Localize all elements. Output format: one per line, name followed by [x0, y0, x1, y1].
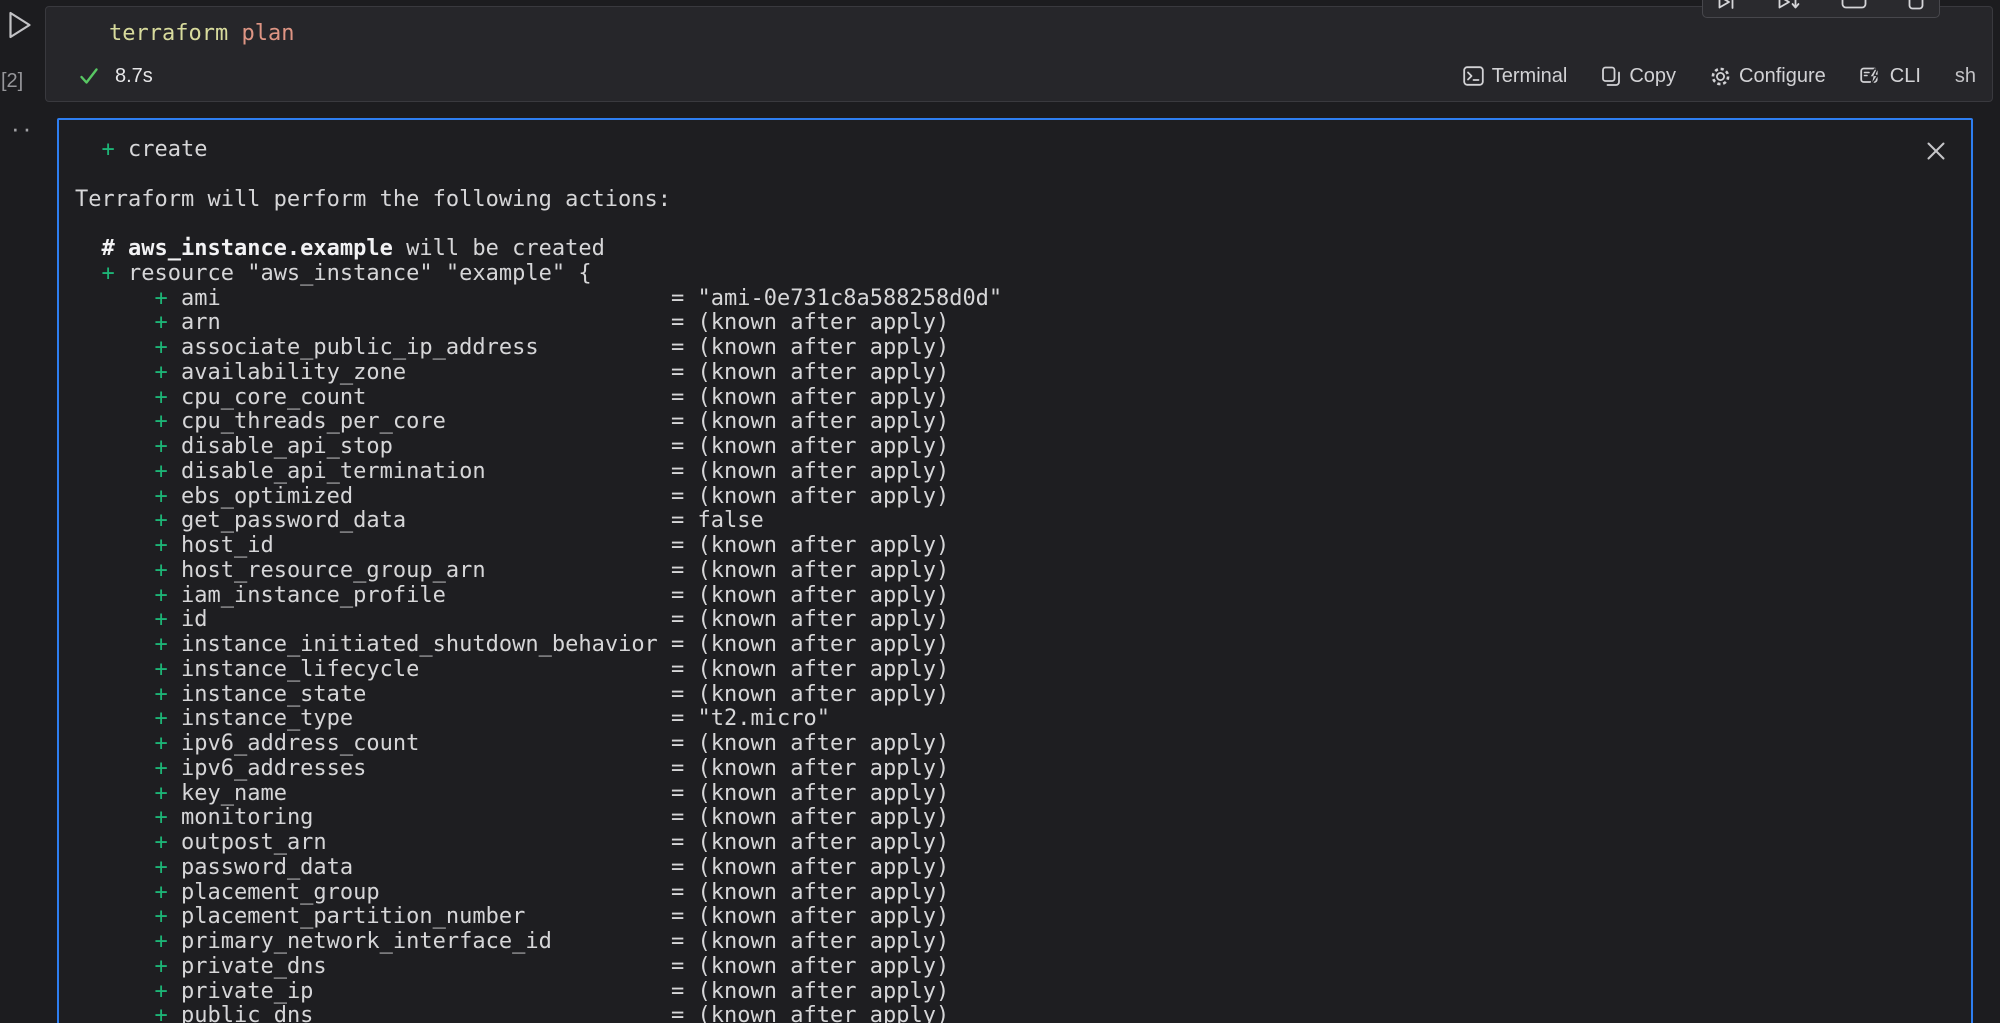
cli-button[interactable]: CLI [1860, 65, 1921, 88]
configure-button-label: Configure [1739, 65, 1826, 88]
plan-attribute-row: + host_id = (known after apply) [75, 534, 1911, 559]
run-to-line-button[interactable] [1717, 0, 1737, 12]
blank-line [75, 163, 1911, 188]
plan-attribute-row: + cpu_core_count = (known after apply) [75, 386, 1911, 411]
gear-icon [1710, 66, 1731, 87]
plan-attribute-row: + disable_api_termination = (known after… [75, 460, 1911, 485]
duration-badge: 8.7s [115, 65, 153, 88]
plan-attribute-row: + primary_network_interface_id = (known … [75, 930, 1911, 955]
plan-attribute-row: + ebs_optimized = (known after apply) [75, 485, 1911, 510]
plan-attribute-row: + key_name = (known after apply) [75, 782, 1911, 807]
plan-attribute-row: + disable_api_stop = (known after apply) [75, 435, 1911, 460]
close-icon [1925, 140, 1947, 162]
copy-icon [1601, 66, 1621, 87]
command-argument: plan [228, 21, 294, 46]
terminal-button[interactable]: Terminal [1463, 65, 1568, 88]
run-cell-button[interactable] [7, 9, 37, 41]
plan-attribute-row: + availability_zone = (known after apply… [75, 361, 1911, 386]
plan-attribute-row: + instance_type = "t2.micro" [75, 707, 1911, 732]
cell-hover-toolbar [1702, 0, 1940, 18]
terminal-button-label: Terminal [1492, 65, 1568, 88]
command-block: terraform plan 8.7s Terminal [45, 6, 1993, 102]
plan-attribute-row: + iam_instance_profile = (known after ap… [75, 584, 1911, 609]
command-text: terraform plan [109, 21, 294, 46]
plan-attribute-row: + instance_lifecycle = (known after appl… [75, 658, 1911, 683]
plan-attribute-row: + get_password_data = false [75, 509, 1911, 534]
blank-line [75, 212, 1911, 237]
plan-attribute-row: + monitoring = (known after apply) [75, 806, 1911, 831]
plan-action-header: + create [75, 138, 1911, 163]
terminal-icon [1463, 66, 1484, 86]
plan-intro: Terraform will perform the following act… [75, 188, 1911, 213]
resource-declaration: + resource "aws_instance" "example" { [75, 262, 1911, 287]
plan-attribute-row: + public_dns = (known after apply) [75, 1004, 1911, 1023]
status-row: 8.7s Terminal Copy [46, 59, 1992, 93]
plan-attribute-row: + instance_initiated_shutdown_behavior =… [75, 633, 1911, 658]
plan-attribute-row: + placement_partition_number = (known af… [75, 905, 1911, 930]
shell-type-label[interactable]: sh [1955, 65, 1976, 88]
play-icon [7, 10, 33, 40]
cell-gutter: [2] ·· [0, 0, 45, 1023]
plan-output-text: + create Terraform will perform the foll… [75, 138, 1911, 1023]
drag-handle[interactable]: ·· [11, 118, 34, 138]
status-left: 8.7s [78, 65, 153, 88]
plan-attribute-row: + password_data = (known after apply) [75, 856, 1911, 881]
configure-button[interactable]: Configure [1710, 65, 1826, 88]
cell-block-button[interactable] [1841, 0, 1867, 12]
cli-bolt-icon [1860, 66, 1882, 87]
plan-attribute-row: + cpu_threads_per_core = (known after ap… [75, 410, 1911, 435]
run-to-line-icon [1717, 0, 1737, 11]
square-icon [1907, 0, 1925, 11]
block-icon [1841, 0, 1867, 11]
plan-attribute-row: + placement_group = (known after apply) [75, 881, 1911, 906]
cli-button-label: CLI [1890, 65, 1921, 88]
action-buttons: Terminal Copy Configure [1463, 65, 1976, 88]
run-below-icon [1777, 0, 1801, 11]
copy-button-label: Copy [1629, 65, 1676, 88]
notebook-terminal-page: [2] ·· terraform plan 8.7s [0, 0, 2000, 1023]
run-below-button[interactable] [1777, 0, 1801, 12]
plan-attribute-row: + instance_state = (known after apply) [75, 683, 1911, 708]
resource-comment: # aws_instance.example will be created [75, 237, 1911, 262]
copy-button[interactable]: Copy [1601, 65, 1676, 88]
plan-attribute-row: + host_resource_group_arn = (known after… [75, 559, 1911, 584]
plan-attribute-row: + arn = (known after apply) [75, 311, 1911, 336]
plan-attribute-row: + outpost_arn = (known after apply) [75, 831, 1911, 856]
plan-attribute-row: + private_ip = (known after apply) [75, 980, 1911, 1005]
close-panel-button[interactable] [1925, 136, 1955, 166]
command-program: terraform [109, 21, 228, 46]
plan-attribute-row: + ipv6_addresses = (known after apply) [75, 757, 1911, 782]
execution-count: [2] [1, 70, 23, 93]
plan-output-panel: + create Terraform will perform the foll… [57, 118, 1973, 1023]
more-options-button[interactable] [1907, 0, 1925, 12]
plan-attribute-row: + ipv6_address_count = (known after appl… [75, 732, 1911, 757]
plan-attribute-row: + id = (known after apply) [75, 608, 1911, 633]
plan-attribute-row: + private_dns = (known after apply) [75, 955, 1911, 980]
success-check-icon [78, 65, 100, 87]
plan-attribute-row: + associate_public_ip_address = (known a… [75, 336, 1911, 361]
plan-attribute-row: + ami = "ami-0e731c8a588258d0d" [75, 287, 1911, 312]
